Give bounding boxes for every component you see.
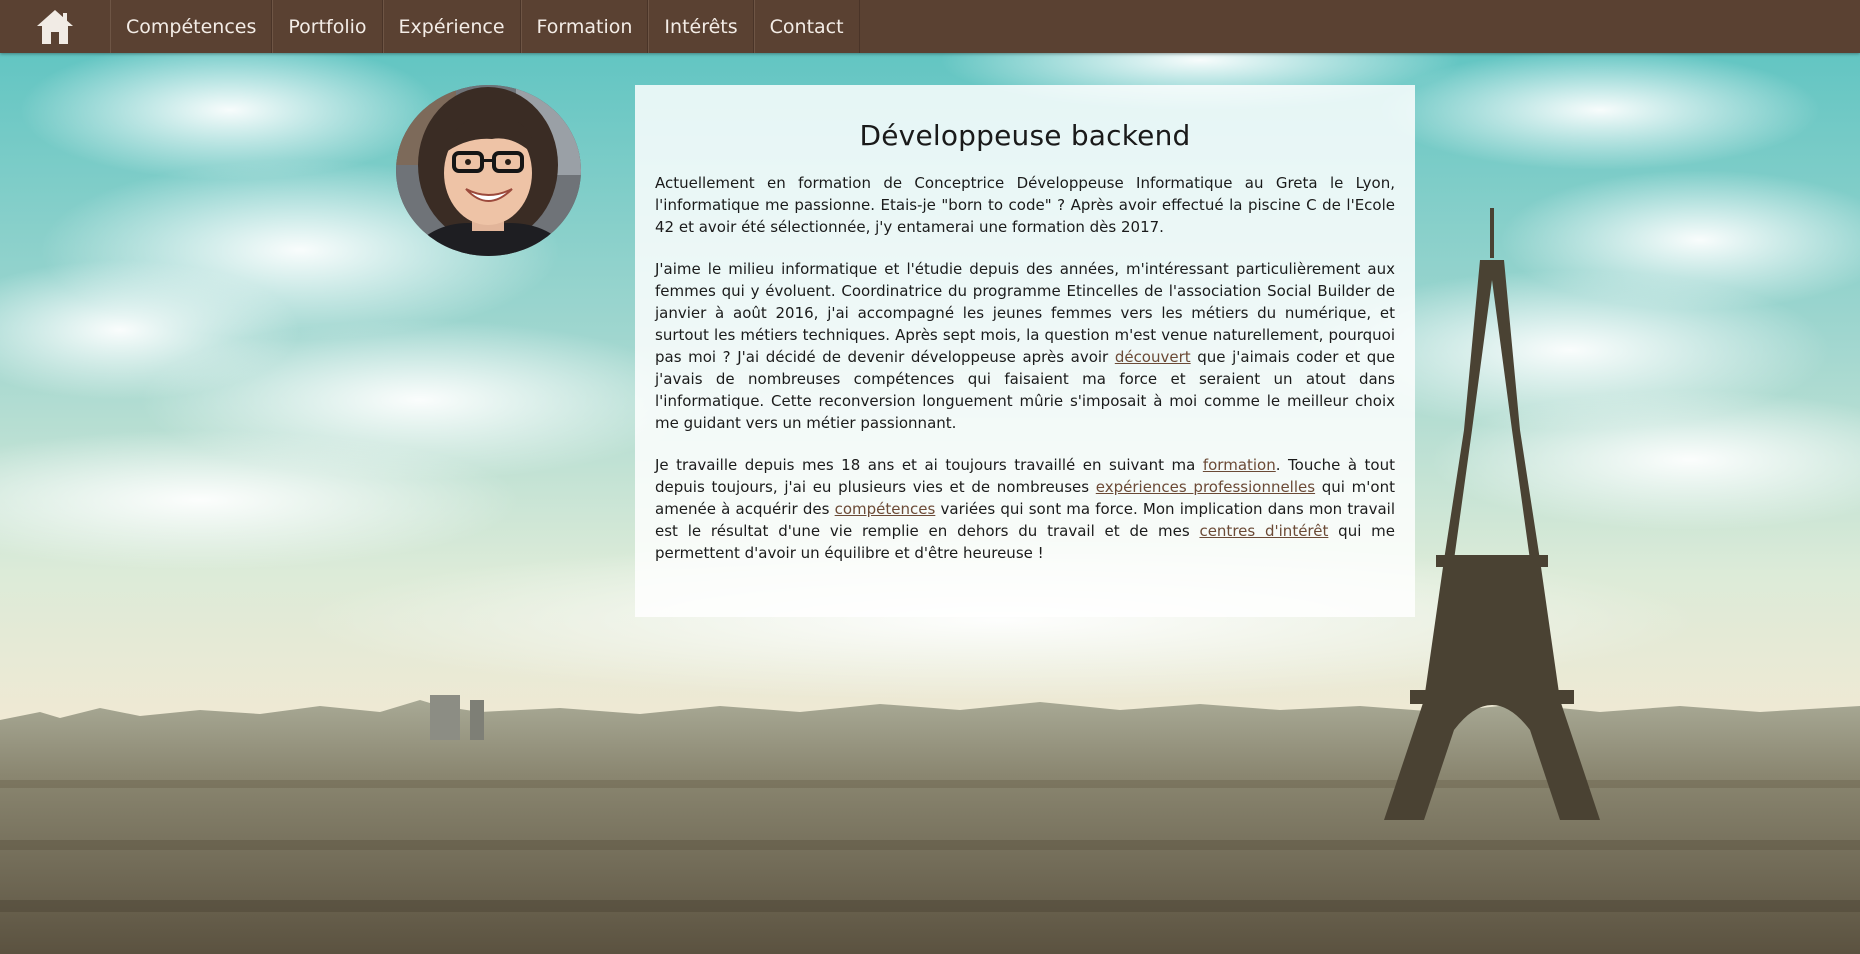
background-paragraph: Je travaille depuis mes 18 ans et ai tou… xyxy=(655,454,1395,564)
experiences-link[interactable]: expériences professionnelles xyxy=(1096,478,1315,496)
decouvert-link[interactable]: découvert xyxy=(1115,348,1191,366)
centres-interet-link[interactable]: centres d'intérêt xyxy=(1199,522,1328,540)
profile-avatar xyxy=(396,85,581,256)
about-card: Développeuse backend Actuellement en for… xyxy=(635,85,1415,617)
top-navbar: Compétences Portfolio Expérience Formati… xyxy=(0,0,1860,53)
home-icon xyxy=(37,9,73,44)
motivation-paragraph: J'aime le milieu informatique et l'étudi… xyxy=(655,258,1395,434)
home-button[interactable] xyxy=(24,0,86,53)
formation-link[interactable]: formation xyxy=(1203,456,1276,474)
nav-item-formation[interactable]: Formation xyxy=(520,0,649,53)
nav-item-portfolio[interactable]: Portfolio xyxy=(272,0,383,53)
competences-link[interactable]: compétences xyxy=(835,500,936,518)
nav-menu: Compétences Portfolio Expérience Formati… xyxy=(110,0,860,53)
nav-item-competences[interactable]: Compétences xyxy=(110,0,273,53)
nav-item-interets[interactable]: Intérêts xyxy=(648,0,754,53)
page-title: Développeuse backend xyxy=(859,119,1191,152)
nav-item-experience[interactable]: Expérience xyxy=(382,0,521,53)
intro-paragraph: Actuellement en formation de Conceptrice… xyxy=(655,174,1395,236)
nav-item-contact[interactable]: Contact xyxy=(753,0,860,53)
background-text-a: Je travaille depuis mes 18 ans et ai tou… xyxy=(655,456,1203,474)
profile-photo xyxy=(396,85,581,256)
